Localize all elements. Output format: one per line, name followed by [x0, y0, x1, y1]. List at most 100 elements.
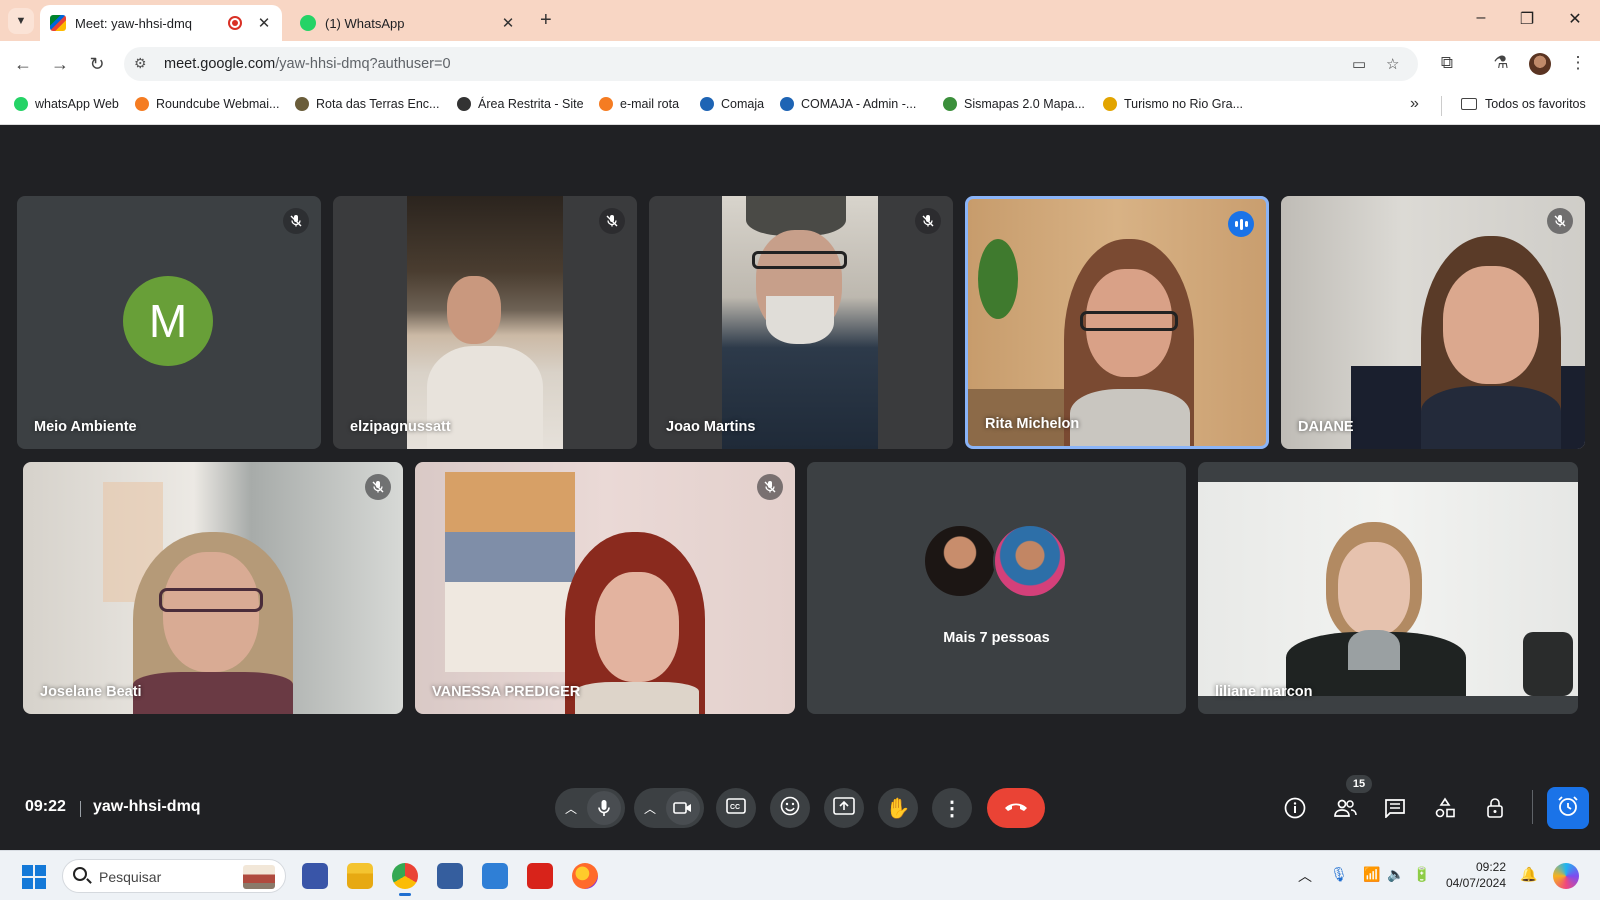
present-now-button[interactable]: [824, 788, 864, 828]
calculator-icon[interactable]: [437, 863, 463, 889]
close-tab-icon[interactable]: ✕: [256, 14, 272, 32]
url-path: /yaw-hhsi-dmq?authuser=0: [275, 56, 451, 72]
divider: [1441, 96, 1442, 116]
notification-bell-icon[interactable]: 🔔: [1519, 866, 1539, 883]
close-window-icon[interactable]: ✕: [1560, 9, 1590, 29]
timer-button[interactable]: [1547, 787, 1589, 829]
tab-whatsapp[interactable]: (1) WhatsApp ✕: [290, 5, 526, 41]
participant-name: elzipagnussatt: [350, 419, 451, 435]
bookmark-label: Sismapas 2.0 Mapa...: [964, 97, 1085, 111]
participant-tile[interactable]: liliane marcon: [1198, 462, 1578, 714]
all-bookmarks-button[interactable]: Todos os favoritos: [1461, 97, 1586, 111]
bookmark-item[interactable]: COMAJA - Admin -...: [780, 97, 916, 111]
bookmark-label: Rota das Terras Enc...: [316, 97, 440, 111]
participant-tile[interactable]: Joselane Beati: [23, 462, 403, 714]
bookmarks-bar: whatsApp Web Roundcube Webmai... Rota da…: [0, 87, 1600, 125]
bookmark-item[interactable]: whatsApp Web: [14, 97, 119, 111]
more-options-button[interactable]: ⋮: [932, 788, 972, 828]
camera-icon[interactable]: [666, 791, 700, 825]
divider: [80, 801, 81, 817]
activities-button[interactable]: [1431, 796, 1459, 824]
leave-call-button[interactable]: [987, 788, 1045, 828]
captions-button[interactable]: CC: [716, 788, 756, 828]
camera-control[interactable]: ︿: [634, 788, 704, 828]
plant-image: [978, 239, 1018, 319]
windows-start-icon[interactable]: [22, 865, 46, 889]
wifi-icon[interactable]: 📶: [1362, 866, 1382, 883]
avatar: [923, 524, 997, 598]
participant-name: Rita Michelon: [985, 416, 1080, 432]
tab-meet[interactable]: Meet: yaw-hhsi-dmq ✕: [40, 5, 282, 41]
participant-tile-active-speaker[interactable]: Rita Michelon: [965, 196, 1269, 449]
more-bookmarks-icon[interactable]: »: [1410, 95, 1419, 113]
bookmark-item[interactable]: e-mail rota: [599, 97, 679, 111]
video-feed: [133, 532, 293, 714]
file-explorer-icon[interactable]: [347, 863, 373, 889]
address-bar[interactable]: ⚙ meet.google.com/yaw-hhsi-dmq?authuser=…: [124, 47, 1418, 81]
people-button[interactable]: [1331, 796, 1359, 824]
bookmark-item[interactable]: Rota das Terras Enc...: [295, 97, 439, 111]
taskbar-search[interactable]: Pesquisar: [62, 859, 286, 893]
minimize-icon[interactable]: –: [1466, 9, 1496, 27]
bookmark-item[interactable]: Comaja: [700, 97, 764, 111]
chevron-up-icon[interactable]: ︿: [644, 800, 656, 817]
raise-hand-button[interactable]: ✋: [878, 788, 918, 828]
bookmark-item[interactable]: Roundcube Webmai...: [135, 97, 279, 111]
host-controls-icon: [1484, 797, 1506, 824]
forward-icon[interactable]: →: [48, 52, 72, 76]
participant-tile[interactable]: VANESSA PREDIGER: [415, 462, 795, 714]
copilot-icon[interactable]: [1553, 863, 1579, 889]
chrome-icon[interactable]: [392, 863, 418, 896]
battery-icon[interactable]: 🔋: [1412, 866, 1432, 883]
chevron-up-icon[interactable]: ︿: [565, 800, 577, 817]
restore-icon[interactable]: ❐: [1512, 9, 1542, 29]
taskbar-clock[interactable]: 09:22 04/07/2024: [1440, 859, 1506, 891]
notepad-icon[interactable]: [482, 863, 508, 889]
bookmark-favicon: [943, 97, 957, 111]
participant-tile[interactable]: elzipagnussatt: [333, 196, 637, 449]
close-tab-icon[interactable]: ✕: [500, 14, 516, 32]
acrobat-icon[interactable]: [527, 863, 553, 889]
microphone-control[interactable]: ︿: [555, 788, 625, 828]
media-app-icon[interactable]: [302, 863, 328, 889]
chevron-down-icon: ▼: [15, 15, 27, 27]
participant-tile[interactable]: DAIANE: [1281, 196, 1585, 449]
reactions-button[interactable]: [770, 788, 810, 828]
more-participants-tile[interactable]: Mais 7 pessoas: [807, 462, 1186, 714]
bookmark-item[interactable]: Turismo no Rio Gra...: [1103, 97, 1243, 111]
chevron-up-icon[interactable]: ︿: [1295, 866, 1315, 886]
site-info-icon[interactable]: ⚙: [134, 55, 147, 72]
bookmark-favicon: [457, 97, 471, 111]
mic-icon[interactable]: [587, 791, 621, 825]
bookmark-label: whatsApp Web: [35, 97, 119, 111]
bookmark-star-icon[interactable]: ☆: [1386, 55, 1399, 73]
meeting-details-button[interactable]: [1281, 796, 1309, 824]
host-controls-button[interactable]: [1481, 796, 1509, 824]
labs-icon[interactable]: ⚗: [1490, 53, 1512, 73]
bookmark-item[interactable]: Área Restrita - Site: [457, 97, 584, 111]
browser-tab-strip: ▼ Meet: yaw-hhsi-dmq ✕ (1) WhatsApp ✕ + …: [0, 0, 1600, 41]
bookmark-item[interactable]: Sismapas 2.0 Mapa...: [943, 97, 1085, 111]
chat-icon: [1384, 798, 1406, 823]
video-feed: [1198, 482, 1578, 696]
extensions-icon[interactable]: ⧉: [1436, 53, 1458, 73]
tab-search-button[interactable]: ▼: [8, 8, 34, 34]
more-options-icon: ⋮: [942, 797, 962, 820]
url-host: meet.google.com: [164, 56, 276, 72]
reload-icon[interactable]: ↻: [85, 52, 109, 76]
participant-name: DAIANE: [1298, 419, 1354, 435]
firefox-icon[interactable]: [572, 863, 598, 889]
chat-button[interactable]: [1381, 796, 1409, 824]
bookmark-label: Comaja: [721, 97, 765, 111]
new-tab-button[interactable]: +: [540, 9, 552, 32]
participant-tile[interactable]: Joao Martins: [649, 196, 953, 449]
back-icon[interactable]: ←: [11, 52, 35, 76]
volume-icon[interactable]: 🔈: [1386, 866, 1406, 883]
profile-avatar[interactable]: [1529, 53, 1551, 75]
video-feed: [1064, 239, 1194, 446]
windows-taskbar: Pesquisar ︿ 🎙 📶 🔈 🔋 09:22 04/07/2024 🔔: [0, 850, 1600, 900]
microphone-tray-icon[interactable]: 🎙: [1329, 866, 1349, 883]
participant-tile[interactable]: M Meio Ambiente: [17, 196, 321, 449]
chrome-menu-icon[interactable]: ⋮: [1567, 53, 1589, 73]
camera-in-use-icon[interactable]: ▭: [1352, 55, 1366, 73]
